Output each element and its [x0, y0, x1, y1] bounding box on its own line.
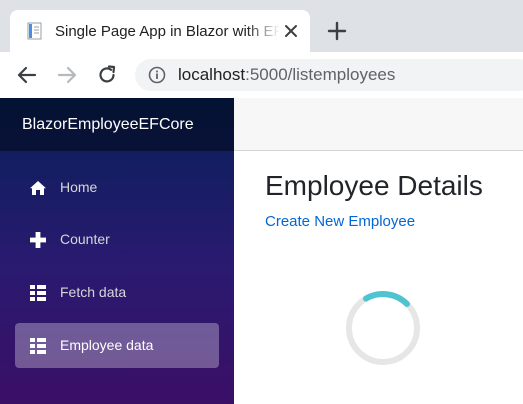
nav-label: Home	[60, 179, 98, 195]
reload-icon[interactable]	[96, 64, 118, 86]
spinner-icon	[343, 288, 423, 368]
info-icon[interactable]	[148, 66, 166, 84]
list-icon	[29, 337, 47, 355]
brand-title[interactable]: BlazorEmployeeEFCore	[22, 115, 194, 135]
forward-icon[interactable]	[56, 64, 78, 86]
nav-label: Counter	[60, 231, 110, 247]
browser-toolbar: localhost:5000/listemployees	[0, 52, 523, 99]
plus-icon	[29, 231, 47, 249]
brand-bar: BlazorEmployeeEFCore	[0, 98, 234, 151]
nav-item-fetch-data[interactable]: Fetch data	[15, 270, 219, 315]
sidebar: BlazorEmployeeEFCore Home Counter Fetch …	[0, 98, 234, 404]
nav-item-counter[interactable]: Counter	[15, 217, 219, 262]
new-tab-icon[interactable]	[326, 20, 348, 42]
url-path: :5000/listemployees	[245, 65, 396, 84]
list-icon	[29, 284, 47, 302]
url-text[interactable]: localhost:5000/listemployees	[178, 65, 395, 85]
main-content: Employee Details Create New Employee	[234, 151, 523, 404]
nav-label: Employee data	[60, 337, 154, 353]
url-host: localhost	[178, 65, 246, 84]
home-icon	[29, 179, 47, 197]
browser-tab[interactable]: Single Page App in Blazor with EF Core	[10, 10, 310, 52]
close-icon[interactable]	[282, 22, 300, 40]
tab-title: Single Page App in Blazor with EF Core	[55, 23, 280, 40]
nav-label: Fetch data	[60, 284, 127, 300]
create-employee-link[interactable]: Create New Employee	[265, 212, 415, 232]
address-bar[interactable]: localhost:5000/listemployees	[135, 59, 523, 91]
browser-tabstrip: Single Page App in Blazor with EF Core	[0, 0, 523, 52]
nav-item-employee-data[interactable]: Employee data	[15, 323, 219, 368]
back-icon[interactable]	[16, 64, 38, 86]
document-icon	[26, 22, 44, 40]
page-title: Employee Details	[265, 170, 483, 201]
top-row	[234, 98, 523, 151]
nav-item-home[interactable]: Home	[15, 165, 219, 210]
